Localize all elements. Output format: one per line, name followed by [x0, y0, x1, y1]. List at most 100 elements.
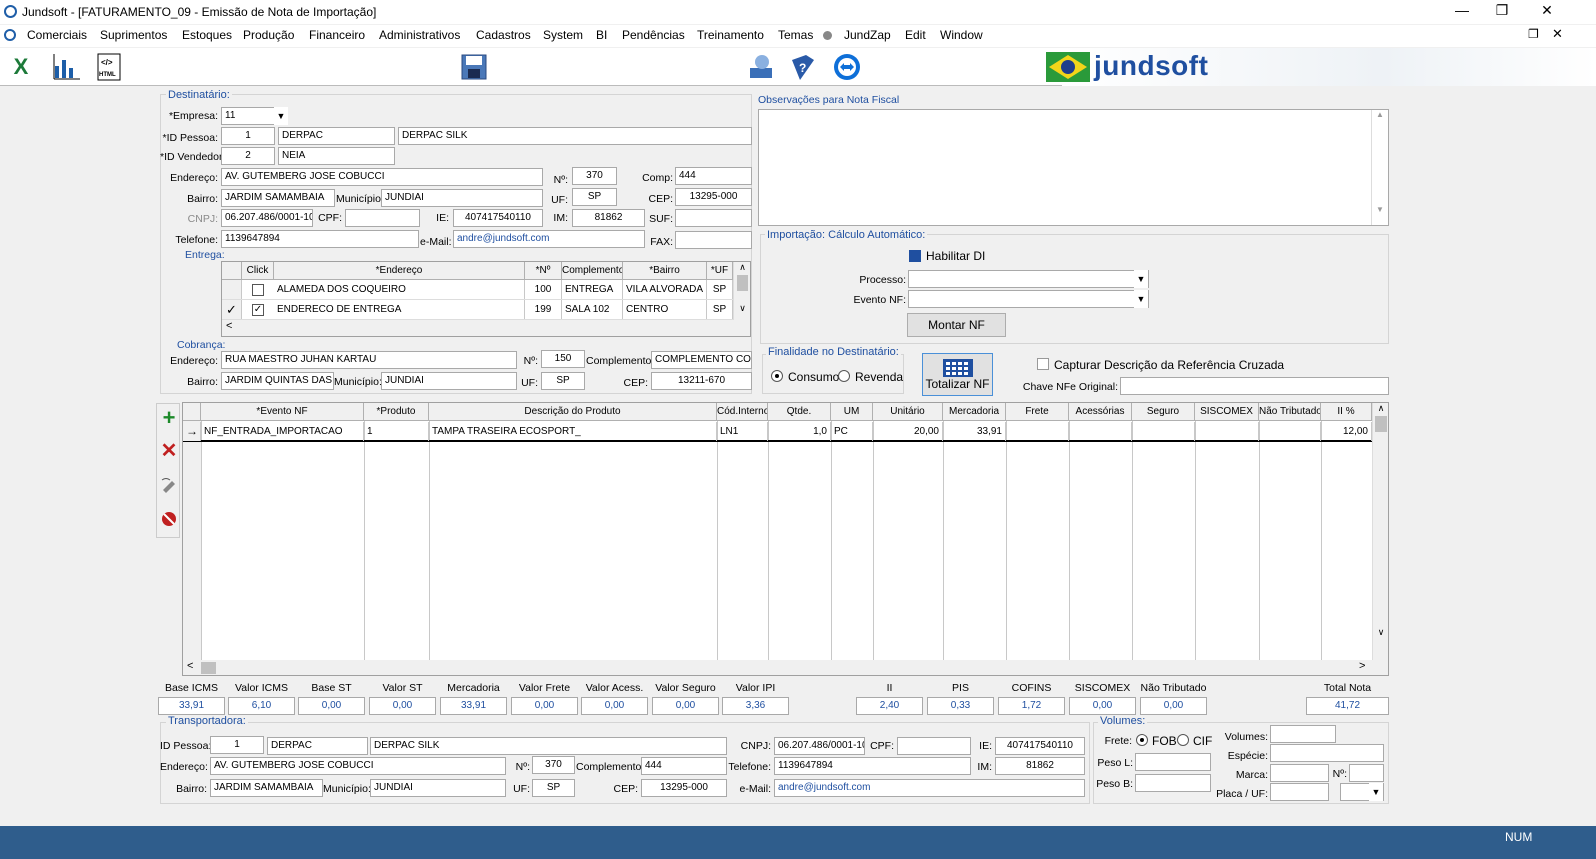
transp-bairro-field[interactable]: JARDIM SAMAMBAIA [210, 779, 323, 797]
cell-qtde[interactable]: 1,0 [768, 422, 831, 441]
cell-cod-interno[interactable]: LN1 [717, 422, 768, 441]
col-um-header[interactable]: UM [831, 403, 873, 421]
numero-field[interactable]: 370 [572, 167, 617, 185]
col-mercadoria-header[interactable]: Mercadoria [943, 403, 1006, 421]
cell-uf[interactable]: SP [707, 300, 733, 319]
pessoa-razao-field[interactable]: DERPAC SILK [398, 127, 752, 145]
cell-descricao[interactable]: TAMPA TRASEIRA ECOSPORT_ [429, 422, 717, 441]
observacoes-scrollbar[interactable]: ▲ ▼ [1371, 110, 1388, 225]
col-produto-header[interactable]: *Produto [364, 403, 429, 421]
menu-temas[interactable]: Temas [778, 28, 813, 42]
bairro-field[interactable]: JARDIM SAMAMBAIA [221, 189, 335, 207]
totalizar-nf-button[interactable]: Totalizar NF [922, 353, 993, 396]
col-click-header[interactable]: Click [242, 262, 274, 280]
email-field[interactable]: andre@jundsoft.com [453, 230, 645, 248]
vendedor-nome-field[interactable]: NEIA [278, 147, 395, 165]
menu-suprimentos[interactable]: Suprimentos [100, 28, 167, 42]
peso-b-field[interactable] [1135, 774, 1211, 792]
valor-st-value[interactable]: 0,00 [369, 697, 436, 715]
idvendedor-input[interactable]: 2 [221, 147, 275, 165]
pis-value[interactable]: 0,33 [927, 697, 994, 715]
row-checkbox[interactable] [252, 284, 264, 296]
close-child-icon[interactable]: ✕ [1552, 26, 1563, 42]
cell-evento[interactable]: NF_ENTRADA_IMPORTACAO [201, 422, 364, 441]
total-nota-value[interactable]: 41,72 [1306, 697, 1389, 715]
maximize-button[interactable]: ❐ [1487, 2, 1517, 19]
help-book-icon[interactable]: ? [788, 52, 818, 82]
valor-acess-value[interactable]: 0,00 [581, 697, 648, 715]
col-nao-tributado-header[interactable]: Não Tributado [1259, 403, 1321, 421]
entrega-vscrollbar[interactable]: ∧ ∨ [733, 262, 750, 320]
cell-bairro[interactable]: VILA ALVORADA [623, 280, 707, 299]
chevron-down-icon[interactable]: ▼ [1134, 270, 1148, 288]
col-descricao-header[interactable]: Descrição do Produto [429, 403, 717, 421]
menu-window[interactable]: Window [940, 28, 983, 42]
transp-uf-field[interactable]: SP [532, 779, 575, 797]
telefone-field[interactable]: 1139647894 [221, 230, 419, 248]
cell-frete[interactable] [1006, 422, 1069, 441]
cpf-field[interactable] [345, 209, 420, 227]
cell-ii[interactable]: 12,00 [1321, 422, 1372, 441]
processo-select[interactable] [908, 270, 1149, 288]
suf-field[interactable] [675, 209, 752, 227]
col-endereco-header[interactable]: *Endereço [274, 262, 525, 280]
items-hscrollbar[interactable]: < > [183, 660, 1388, 675]
base-st-value[interactable]: 0,00 [298, 697, 365, 715]
cif-radio[interactable] [1177, 734, 1189, 746]
menu-producao[interactable]: Produção [243, 28, 294, 42]
col-siscomex-header[interactable]: SISCOMEX [1195, 403, 1259, 421]
menu-financeiro[interactable]: Financeiro [309, 28, 365, 42]
col-evento-header[interactable]: *Evento NF [201, 403, 364, 421]
edit-item-icon[interactable] [160, 476, 178, 494]
minimize-button[interactable]: — [1447, 2, 1477, 18]
col-bairro-header[interactable]: *Bairro [623, 262, 707, 280]
transp-im-field[interactable]: 81862 [995, 757, 1085, 775]
transp-municipio-field[interactable]: JUNDIAI [370, 779, 506, 797]
col-uf-header[interactable]: *UF [707, 262, 733, 280]
row-checkbox-checked[interactable]: ✓ [252, 304, 264, 316]
cep-field[interactable]: 13295-000 [675, 188, 752, 206]
cell-complemento[interactable]: SALA 102 [562, 300, 623, 319]
chevron-down-icon[interactable]: ▼ [1369, 783, 1383, 801]
cnpj-field[interactable]: 06.207.486/0001-10 [221, 209, 313, 227]
comp-field[interactable]: 444 [675, 167, 752, 185]
chevron-down-icon[interactable]: ▼ [274, 107, 288, 125]
col-qtde-header[interactable]: Qtde. [768, 403, 831, 421]
entrega-hscrollbar[interactable]: < [222, 320, 750, 336]
habilitar-di-checkbox[interactable] [909, 250, 921, 262]
cob-municipio-field[interactable]: JUNDIAI [381, 372, 517, 390]
consumo-radio[interactable] [771, 370, 783, 382]
col-complemento-header[interactable]: Complemento [562, 262, 623, 280]
cell-numero[interactable]: 199 [525, 300, 562, 319]
evento-select[interactable] [908, 290, 1149, 308]
chave-nfe-field[interactable] [1120, 377, 1389, 395]
cell-produto[interactable]: 1 [364, 422, 429, 441]
menu-jundzap[interactable]: JundZap [844, 28, 891, 42]
valor-frete-value[interactable]: 0,00 [511, 697, 578, 715]
siscomex-value[interactable]: 0,00 [1069, 697, 1136, 715]
base-icms-value[interactable]: 33,91 [158, 697, 225, 715]
menu-estoques[interactable]: Estoques [182, 28, 232, 42]
transp-numero-field[interactable]: 370 [532, 756, 575, 774]
col-acessorias-header[interactable]: Acessórias [1069, 403, 1132, 421]
menu-treinamento[interactable]: Treinamento [697, 28, 764, 42]
mercadoria-value[interactable]: 33,91 [440, 697, 507, 715]
cofins-value[interactable]: 1,72 [998, 697, 1065, 715]
cell-siscomex[interactable] [1195, 422, 1259, 441]
app-menu-icon[interactable] [4, 29, 16, 41]
valor-seguro-value[interactable]: 0,00 [652, 697, 719, 715]
municipio-field[interactable]: JUNDIAI [381, 189, 543, 207]
transp-nome-field[interactable]: DERPAC [267, 737, 368, 755]
cell-complemento[interactable]: ENTREGA [562, 280, 623, 299]
peso-l-field[interactable] [1135, 753, 1211, 771]
cancel-icon[interactable] [160, 510, 178, 528]
volumes-field[interactable] [1270, 725, 1336, 743]
valor-ipi-value[interactable]: 3,36 [722, 697, 789, 715]
menu-administrativos[interactable]: Administrativos [379, 28, 460, 42]
close-button[interactable]: ✕ [1532, 2, 1562, 19]
transp-endereco-field[interactable]: AV. GUTEMBERG JOSE COBUCCI [210, 757, 506, 775]
montar-nf-button[interactable]: Montar NF [907, 313, 1006, 337]
table-row[interactable]: ALAMEDA DOS COQUEIRO 100 ENTREGA VILA AL… [222, 280, 733, 300]
pessoa-nome-field[interactable]: DERPAC [278, 127, 395, 145]
transp-cpf-field[interactable] [897, 737, 971, 755]
